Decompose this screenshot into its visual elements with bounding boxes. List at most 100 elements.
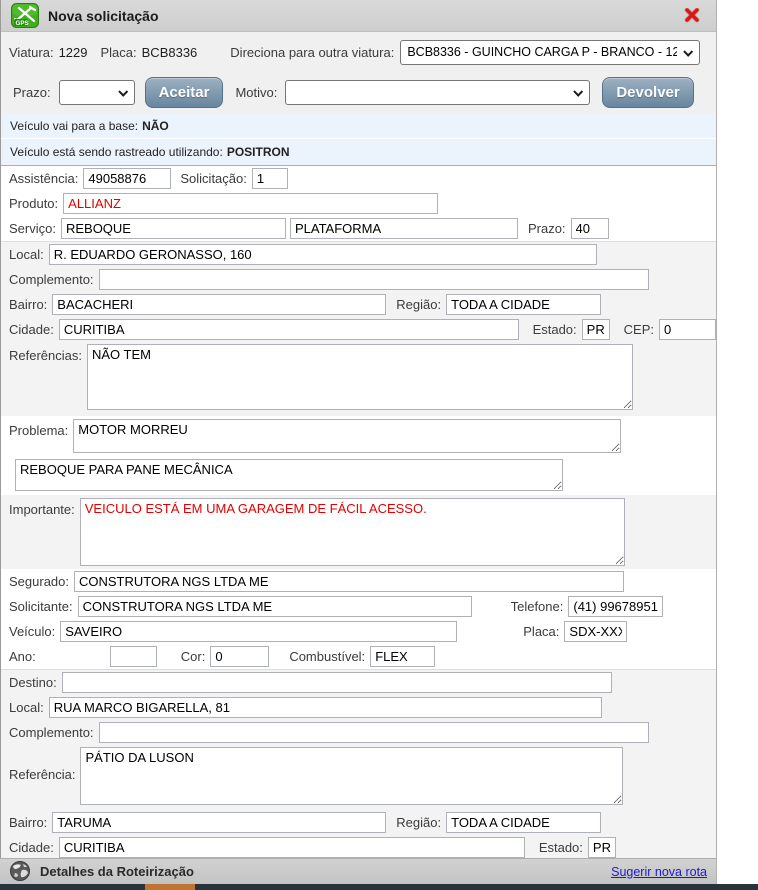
destino-bairro-row: Bairro: Região: [1,810,716,835]
bairro-row: Bairro: Região: [1,292,716,317]
prazo-header-label: Prazo: [13,85,51,100]
cidade-row: Cidade: Estado: CEP: [1,317,716,342]
problema-detalhe-field[interactable] [15,459,563,491]
cor-label: Cor: [181,649,206,664]
prazo-field[interactable] [571,218,609,239]
problema-row: Problema: [1,416,716,457]
footer-title: Detalhes da Roteirização [40,864,194,879]
produto-field[interactable] [63,193,438,214]
local-row: Local: [1,242,716,267]
produto-row: Produto: [1,191,716,216]
aceitar-button[interactable]: Aceitar [145,77,224,108]
solicitacao-label: Solicitação: [180,171,246,186]
problema-field[interactable] [73,419,621,453]
prazo-select[interactable] [59,80,135,105]
importante-field[interactable] [80,498,625,566]
assistencia-field[interactable] [83,168,171,189]
problema2-row [1,457,716,495]
referencias-field[interactable] [87,344,633,410]
bairro-field[interactable] [52,294,386,315]
destino-estado-label: Estado: [539,840,583,855]
destino-bairro-label: Bairro: [9,815,47,830]
combustivel-field[interactable] [370,646,435,667]
placa-label: Placa: [101,45,137,60]
direciona-select[interactable]: BCB8336 - GUINCHO CARGA P - BRANCO - 122… [400,40,700,65]
ano-field[interactable] [110,646,157,667]
placa-veiculo-field[interactable] [564,621,627,642]
roteirizacao-footer: Detalhes da Roteirização Sugerir nova ro… [0,858,716,884]
ano-cor-combustivel-row: Ano: Cor: Combustível: [1,644,716,669]
destino-complemento-label: Complemento: [9,725,94,740]
motivo-select[interactable] [285,80,590,105]
segurado-row: Segurado: [1,569,716,594]
destino-cidade-field[interactable] [59,837,525,858]
tracking-status-bar: Veículo está sendo rastreado utilizando:… [1,139,716,166]
destino-cidade-row: Cidade: Estado: [1,835,716,858]
gps-app-icon: GPS [11,3,39,28]
globe-icon [9,861,32,882]
motivo-label: Motivo: [235,85,277,100]
servico-tipo-field[interactable] [290,218,518,239]
referencias-row: Referências: [1,342,716,416]
problema-label: Problema: [9,419,68,438]
destino-referencia-row: Referência: [1,745,716,810]
destino-local-field[interactable] [49,697,602,718]
servico-field[interactable] [61,218,286,239]
regiao-field[interactable] [446,294,601,315]
nova-solicitacao-dialog: GPS Nova solicitação Viatura: 1229 Placa… [0,0,717,884]
destino-label: Destino: [9,675,57,690]
svg-text:GPS: GPS [16,20,29,27]
close-icon[interactable] [684,8,700,23]
title-bar: GPS Nova solicitação [1,0,716,32]
tracking-status-label: Veículo está sendo rastreado utilizando: [10,145,223,159]
solicitante-field[interactable] [78,596,472,617]
referencias-label: Referências: [9,344,82,363]
chevron-down-icon [684,46,694,56]
telefone-field[interactable] [568,596,663,617]
importante-label: Importante: [9,498,75,517]
base-status-label: Veículo vai para a base: [10,119,138,133]
cidade-field[interactable] [59,319,519,340]
viatura-value: 1229 [59,45,88,60]
direciona-label: Direciona para outra viatura: [230,45,394,60]
destino-regiao-label: Região: [396,815,441,830]
combustivel-label: Combustível: [289,649,365,664]
destino-regiao-field[interactable] [446,812,601,833]
placa-veiculo-label: Placa: [523,624,559,639]
complemento-field[interactable] [99,269,649,290]
chevron-down-icon [118,87,128,97]
sugerir-nova-rota-link[interactable]: Sugerir nova rota [611,865,707,879]
base-status-bar: Veículo vai para a base: NÃO [1,113,716,139]
dispatch-row: Viatura: 1229 Placa: BCB8336 Direciona p… [1,32,716,72]
destino-complemento-field[interactable] [99,722,649,743]
complemento-label: Complemento: [9,272,94,287]
servico-label: Serviço: [9,221,56,236]
produto-label: Produto: [9,196,58,211]
complemento-row: Complemento: [1,267,716,292]
direciona-selected-value: BCB8336 - GUINCHO CARGA P - BRANCO - 122… [407,45,677,59]
destino-referencia-label: Referência: [9,747,75,782]
estado-field[interactable] [582,319,610,340]
local-field[interactable] [49,244,597,265]
destination-section: Destino: Local: Complemento: Referência:… [1,669,716,858]
servico-row: Serviço: Prazo: [1,216,716,241]
destino-referencia-field[interactable] [80,747,623,805]
request-form: Assistência: Solicitação: Produto: Servi… [1,166,716,858]
destino-cidade-label: Cidade: [9,840,54,855]
destino-row: Destino: [1,670,716,695]
destino-bairro-field[interactable] [52,812,386,833]
veiculo-field[interactable] [60,621,457,642]
bottom-strip-orange-segment [145,884,195,890]
telefone-label: Telefone: [511,599,564,614]
devolver-button[interactable]: Devolver [602,77,693,108]
chevron-down-icon [574,87,584,97]
cor-field[interactable] [210,646,269,667]
destino-field[interactable] [62,672,612,693]
assistencia-row: Assistência: Solicitação: [1,166,716,191]
solicitante-label: Solicitante: [9,599,73,614]
destino-estado-field[interactable] [588,837,616,858]
tracking-status-value: POSITRON [227,145,290,159]
cep-field[interactable] [659,319,716,340]
segurado-field[interactable] [74,571,624,592]
solicitacao-field[interactable] [252,168,288,189]
